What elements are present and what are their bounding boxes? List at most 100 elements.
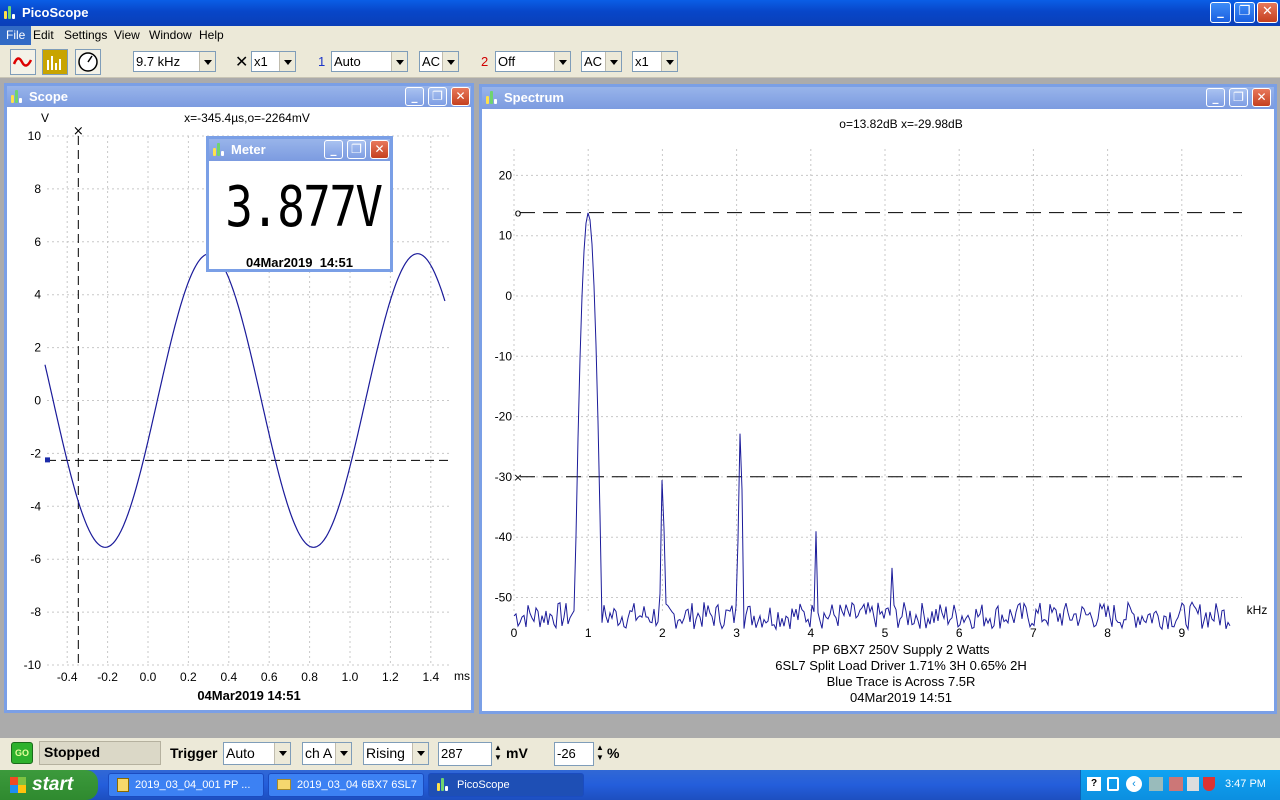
status-text: Stopped [39, 741, 161, 765]
meter-minimize-button[interactable]: _ [324, 140, 343, 159]
trigger-label: Trigger [170, 745, 218, 761]
y-tick-label: -50 [495, 591, 513, 605]
spin-arrows-icon[interactable]: ▲ ▼ [494, 743, 502, 763]
taskbar: start 2019_03_04_001 PP ... 2019_03_04 6… [0, 770, 1280, 800]
chevron-down-icon [274, 743, 290, 764]
spectrum-window: Spectrum _ ❐ ✕ 20 10 0 -10 -20 -30 -40 -50 0 1 2 3 4… [479, 84, 1277, 714]
menu-settings[interactable]: Settings [64, 28, 107, 42]
scope-minimize-button[interactable]: _ [405, 87, 424, 106]
x-tick-label: 9 [1178, 626, 1185, 640]
trigger-mode-select[interactable]: Auto [223, 742, 291, 765]
spectrum-plot[interactable]: 20 10 0 -10 -20 -30 -40 -50 0 1 2 3 4 5 6 7 8 9 kHz o=13.82… [482, 109, 1274, 711]
menu-file[interactable]: File [0, 26, 32, 45]
taskbar-item-folder[interactable]: 2019_03_04 6BX7 6SL7 [268, 773, 424, 797]
x-unit-label: kHz [1247, 603, 1268, 617]
scope-wave-icon [12, 57, 33, 67]
toolbar: 9.7 kHz ✕ x1 1 Auto AC 2 Off AC x1 [0, 45, 1280, 78]
taskbar-item-picoscope[interactable]: PicoScope [428, 773, 584, 797]
meter-reading: 3.877V [225, 175, 383, 240]
taskbar-item-ppt[interactable]: 2019_03_04_001 PP ... [108, 773, 264, 797]
meter-view-button[interactable] [75, 49, 101, 75]
ch1-range-select[interactable]: Auto [331, 51, 408, 72]
speaker-icon[interactable] [1187, 777, 1199, 791]
multiplier-select[interactable]: x1 [251, 51, 296, 72]
menu-edit[interactable]: Edit [33, 28, 54, 42]
scope-title-bar: Scope _ ❐ ✕ [7, 86, 471, 107]
back-arrow-icon[interactable]: ‹ [1126, 776, 1142, 792]
y-tick-label: -10 [24, 658, 42, 672]
meter-dial-icon [78, 52, 98, 72]
pretrigger-input[interactable]: -26 [554, 742, 594, 766]
spectrum-close-button[interactable]: ✕ [1252, 88, 1271, 107]
x-tick-label: 1.4 [422, 670, 439, 684]
level-unit: mV [506, 745, 528, 761]
pen-icon[interactable] [1149, 777, 1163, 791]
minimize-button[interactable]: _ [1210, 2, 1231, 23]
menu-help[interactable]: Help [199, 28, 224, 42]
shield-icon[interactable] [1203, 777, 1215, 791]
chevron-down-icon [279, 52, 295, 71]
timebase-select[interactable]: 9.7 kHz [133, 51, 216, 72]
channel-a-trace [44, 253, 446, 548]
spectrum-caption-line: 6SL7 Split Load Driver 1.71% 3H 0.65% 2H [775, 658, 1026, 673]
spectrum-title: Spectrum [504, 90, 564, 105]
scope-view-button[interactable] [10, 49, 36, 75]
start-label: start [32, 774, 74, 795]
x-cursor-marker: × [513, 471, 522, 484]
y-tick-label: -6 [30, 552, 41, 566]
menu-window[interactable]: Window [149, 28, 192, 42]
meter-close-button[interactable]: ✕ [370, 140, 389, 159]
chevron-down-icon [442, 52, 458, 71]
x-tick-label: 2 [659, 626, 666, 640]
scope-date: 04Mar2019 14:51 [197, 688, 300, 703]
ch2-range-select[interactable]: Off [495, 51, 571, 72]
spectrum-maximize-button[interactable]: ❐ [1229, 88, 1248, 107]
chevron-down-icon [335, 743, 351, 764]
picoscope-icon [11, 90, 25, 104]
time-cursor-marker: × [73, 124, 84, 139]
meter-maximize-button[interactable]: ❐ [347, 140, 366, 159]
scope-close-button[interactable]: ✕ [451, 87, 470, 106]
pretrigger-unit: % [607, 745, 620, 761]
spectrum-view-button[interactable] [42, 49, 68, 75]
spectrum-trace [513, 212, 1231, 632]
y-tick-label: 0 [505, 289, 512, 303]
meter-date: 04Mar2019 14:51 [246, 255, 353, 270]
start-button[interactable]: start [0, 770, 98, 800]
spectrum-minimize-button[interactable]: _ [1206, 88, 1225, 107]
spectrum-date: 04Mar2019 14:51 [850, 690, 952, 705]
trigger-level-input[interactable]: 287 [438, 742, 492, 766]
x-tick-label: 3 [733, 626, 740, 640]
ch2-coupling-select[interactable]: AC [581, 51, 622, 72]
x-tick-label: 4 [807, 626, 814, 640]
meter-title-bar: Meter _ ❐ ✕ [209, 139, 390, 161]
help-icon[interactable]: ? [1087, 777, 1101, 791]
network-icon[interactable] [1107, 777, 1119, 791]
chevron-down-icon [661, 52, 677, 71]
windows-logo-icon [10, 777, 26, 793]
spin-arrows-icon[interactable]: ▲ ▼ [596, 743, 604, 763]
chevron-down-icon [199, 52, 215, 71]
ch1-coupling-select[interactable]: AC [419, 51, 459, 72]
y-tick-label: 8 [34, 182, 41, 196]
monitor-icon[interactable] [1169, 777, 1183, 791]
y-tick-label: 0 [34, 394, 41, 408]
close-button[interactable]: ✕ [1257, 2, 1278, 23]
app-title: PicoScope [22, 5, 89, 20]
document-icon [117, 778, 129, 792]
x-tick-label: -0.2 [97, 670, 118, 684]
chevron-down-icon [554, 52, 570, 71]
ch2-multiplier-select[interactable]: x1 [632, 51, 678, 72]
trigger-edge-select[interactable]: Rising [363, 742, 429, 765]
x-tick-label: 1.0 [342, 670, 359, 684]
x-unit-label: ms [454, 669, 470, 683]
picoscope-icon [437, 778, 451, 792]
picoscope-icon [4, 6, 18, 20]
go-button[interactable]: GO [11, 742, 33, 764]
scope-maximize-button[interactable]: ❐ [428, 87, 447, 106]
maximize-button[interactable]: ❐ [1234, 2, 1255, 23]
trigger-channel-select[interactable]: ch A [302, 742, 352, 765]
y-tick-label: 10 [28, 129, 42, 143]
y-tick-label: -10 [495, 349, 513, 363]
menu-view[interactable]: View [114, 28, 140, 42]
